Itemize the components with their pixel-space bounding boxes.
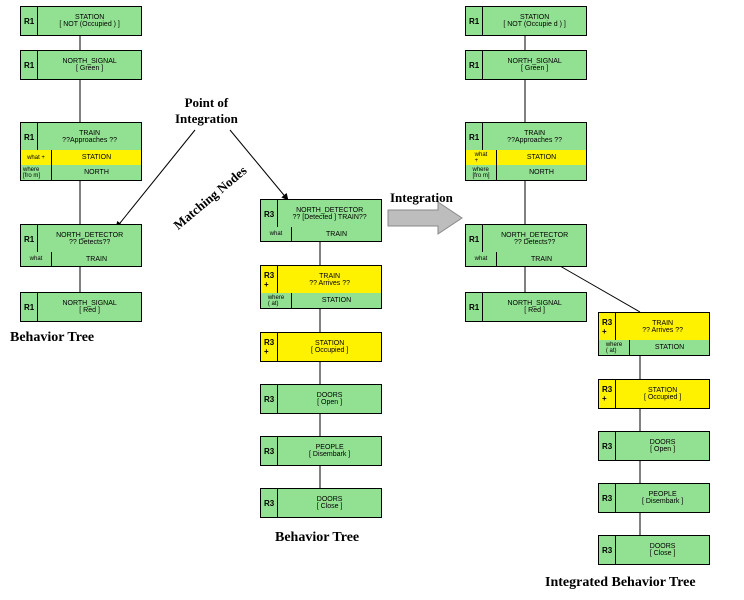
r-bs2: where ( at)STATION <box>598 340 710 356</box>
label-match: Matching Nodes <box>170 163 250 234</box>
label-integ: Integration <box>390 190 453 206</box>
r-b2: R3 +TRAIN?? Arrives ?? <box>598 312 710 342</box>
title-right: Integrated Behavior Tree <box>545 575 696 591</box>
m-n3: R3 +STATION[ Occupied ] <box>260 332 382 362</box>
r-b3: R3 +STATION[ Occupied ] <box>598 379 710 409</box>
m-s1: whatTRAIN <box>260 227 382 242</box>
l-s4: whatTRAIN <box>20 252 142 267</box>
r-b4: R3DOORS[ Open ] <box>598 431 710 461</box>
r-n4: R1NORTH_DETECTOR?? Detects?? <box>465 224 587 254</box>
l-s3b: where [fro m]NORTH <box>20 165 142 181</box>
l-s3a: what +STATION <box>20 150 142 166</box>
m-n1: R3NORTH_DETECTOR?? [Detected ] TRAIN?? <box>260 199 382 229</box>
m-n2: R3 +TRAIN?? Arrives ?? <box>260 265 382 295</box>
r-b5: R3PEOPLE[ Disembark ] <box>598 483 710 513</box>
r-s4: whatTRAIN <box>465 252 587 267</box>
l-n1: R1STATION[ NOT (Occupied ) ] <box>20 6 142 36</box>
r-n2: R1NORTH_SIGNAL[ Green ] <box>465 50 587 80</box>
m-n5: R3PEOPLE[ Disembark ] <box>260 436 382 466</box>
label-point: Point of Integration <box>175 95 238 127</box>
title-mid: Behavior Tree <box>275 530 359 546</box>
title-left: Behavior Tree <box>10 330 94 346</box>
r-n3: R1TRAIN??Approaches ?? <box>465 122 587 152</box>
r-s3b: where [fro m]NORTH <box>465 165 587 181</box>
l-n1-box: STATION[ NOT (Occupied ) ] <box>38 7 141 35</box>
l-n3: R1TRAIN??Approaches ?? <box>20 122 142 152</box>
l-n2: R1NORTH_SIGNAL[ Green ] <box>20 50 142 80</box>
m-n6: R3DOORS[ Close ] <box>260 488 382 518</box>
r-n1: R1STATION[ NOT (Occupie d ) ] <box>465 6 587 36</box>
m-s2: where ( at)STATION <box>260 293 382 309</box>
l-n5: R1NORTH_SIGNAL[ Red ] <box>20 292 142 322</box>
r-n5: R1NORTH_SIGNAL[ Red ] <box>465 292 587 322</box>
l-n4: R1NORTH_DETECTOR?? Detects?? <box>20 224 142 254</box>
m-n4: R3DOORS[ Open ] <box>260 384 382 414</box>
l-n1-tag: R1 <box>21 7 38 35</box>
r-b6: R3DOORS[ Close ] <box>598 535 710 565</box>
r-s3a: what +STATION <box>465 150 587 166</box>
